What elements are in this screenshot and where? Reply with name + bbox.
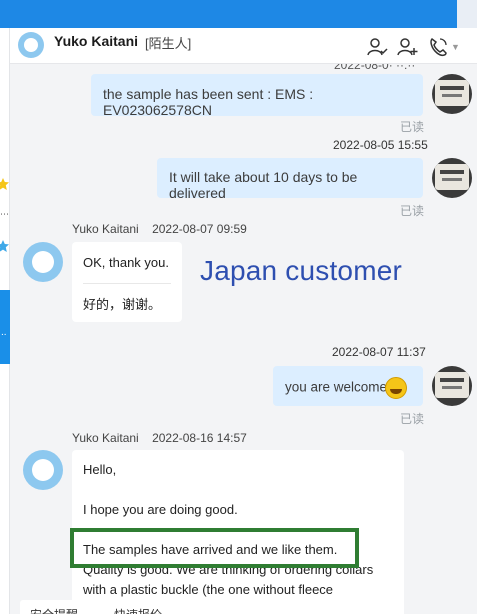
annotation-label: Japan customer (200, 255, 403, 286)
chevron-down-icon[interactable]: ▼ (451, 42, 460, 52)
message-bubble[interactable]: you are welcome (273, 366, 423, 406)
my-avatar[interactable] (432, 74, 472, 114)
translation-text: 好的，谢谢。 (83, 297, 162, 312)
more-dots-icon: ⋯ (0, 209, 9, 219)
message-bubble[interactable]: OK, thank you. 好的，谢谢。 (72, 242, 182, 322)
message-bubble[interactable]: the sample has been sent : EMS : EV02306… (91, 74, 423, 118)
divider (83, 283, 171, 284)
message-list: 2022-08-0· ··:·· the sample has been sen… (10, 64, 477, 614)
conversation-list-edge: ⋯ .. (0, 28, 10, 614)
chat-header: Yuko Kaitani [陌生人] ▼ ⋮ (10, 28, 477, 64)
message-text: OK, thank you. (83, 255, 169, 270)
grin-emoji-icon (385, 377, 408, 399)
message-text: It will take about 10 days to be deliver… (169, 169, 358, 201)
message-text: with a plastic buckle (the one without f… (83, 582, 334, 597)
sender-name: Yuko Kaitani (72, 222, 139, 236)
add-user-icon[interactable] (366, 36, 388, 58)
title-bar (0, 0, 477, 28)
chat-window: ⋯ .. Yuko Kaitani [陌生人] ▼ ⋮ 2022-08-0· ·… (0, 0, 477, 614)
my-avatar[interactable] (432, 158, 472, 198)
message-timestamp: 2022-08-07 11:37 (332, 345, 426, 359)
message-timestamp: 2022-08-07 09:59 (152, 222, 247, 236)
message-text: Hello, (83, 462, 117, 477)
quick-quote-tab[interactable]: 快速报价 (104, 600, 173, 614)
message-text: you are welcome (285, 379, 388, 395)
sender-name: Yuko Kaitani (72, 431, 139, 445)
safety-reminder-tab[interactable]: 安全提醒 (20, 600, 89, 614)
read-status: 已读 (400, 412, 425, 426)
message-bubble[interactable]: It will take about 10 days to be deliver… (157, 158, 423, 201)
contact-avatar[interactable] (18, 32, 44, 58)
title-bar-edge (457, 0, 477, 28)
quick-actions-bar: 安全提醒 快速报价 (10, 600, 477, 614)
highlight-box (70, 528, 359, 568)
contact-name[interactable]: Yuko Kaitani (54, 33, 138, 49)
contact-avatar[interactable] (23, 450, 63, 490)
add-contact-icon[interactable] (396, 36, 418, 58)
message-text: the sample has been sent : EMS : EV02306… (103, 86, 314, 118)
more-icon[interactable]: ⋮ (471, 36, 477, 53)
call-icon[interactable] (427, 36, 449, 58)
star-icon (0, 178, 9, 190)
read-status: 已读 (400, 204, 425, 218)
my-avatar[interactable] (432, 366, 472, 406)
sender-line: Yuko Kaitani 2022-08-16 14:57 (72, 431, 247, 445)
badge-icon (0, 240, 9, 252)
message-timestamp: 2022-08-0· ··:·· (334, 64, 416, 72)
sender-line: Yuko Kaitani 2022-08-07 09:59 (72, 222, 247, 236)
contact-tag: [陌生人] (145, 36, 192, 51)
message-timestamp: 2022-08-16 14:57 (152, 431, 247, 445)
message-text: I hope you are doing good. (83, 502, 238, 517)
contact-avatar[interactable] (23, 242, 63, 282)
active-conversation-item[interactable]: .. (0, 290, 10, 364)
read-status: 已读 (400, 120, 425, 134)
message-timestamp: 2022-08-05 15:55 (333, 138, 428, 152)
